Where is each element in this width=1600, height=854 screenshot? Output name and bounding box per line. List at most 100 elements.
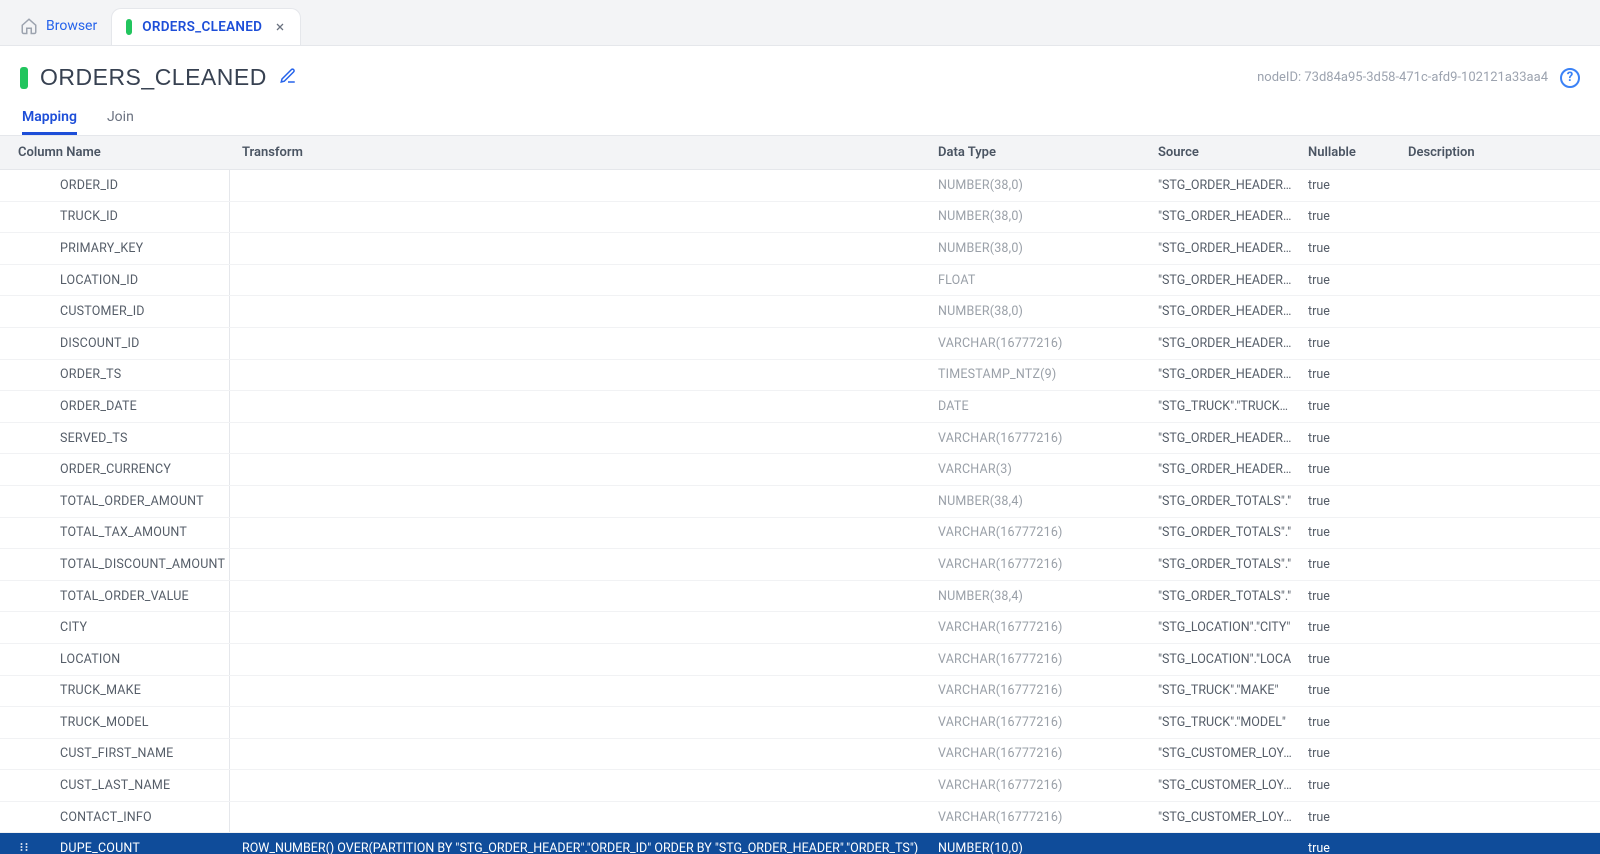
cell-source[interactable]: "STG_ORDER_HEADER"." [1150, 462, 1300, 477]
cell-source[interactable]: "STG_ORDER_HEADER"." [1150, 209, 1300, 224]
cell-nullable[interactable]: true [1300, 778, 1400, 793]
cell-column-name[interactable]: ORDER_ID [0, 170, 230, 201]
table-row[interactable]: ORDER_CURRENCYVARCHAR(3)"STG_ORDER_HEADE… [0, 454, 1600, 486]
cell-data-type[interactable]: VARCHAR(16777216) [930, 715, 1150, 730]
table-row[interactable]: DUPE_COUNTROW_NUMBER() OVER(PARTITION BY… [0, 833, 1600, 854]
cell-column-name[interactable]: TOTAL_DISCOUNT_AMOUNT [0, 549, 230, 580]
cell-source[interactable]: "STG_CUSTOMER_LOYAL [1150, 778, 1300, 793]
cell-column-name[interactable]: CUST_FIRST_NAME [0, 739, 230, 770]
table-row[interactable]: ORDER_DATE DATE"STG_TRUCK"."TRUCK_Otrue [0, 391, 1600, 423]
table-row[interactable]: ORDER_TS TIMESTAMP_NTZ(9)"STG_ORDER_HEADE… [0, 360, 1600, 392]
cell-column-name[interactable]: ORDER_TS [0, 360, 230, 391]
cell-source[interactable]: "STG_ORDER_TOTALS"." [1150, 557, 1300, 572]
cell-column-name[interactable]: DUPE_COUNT [0, 833, 230, 854]
cell-nullable[interactable]: true [1300, 841, 1400, 854]
cell-source[interactable]: "STG_ORDER_HEADER"." [1150, 273, 1300, 288]
cell-nullable[interactable]: true [1300, 241, 1400, 256]
cell-nullable[interactable]: true [1300, 810, 1400, 825]
cell-data-type[interactable]: FLOAT [930, 273, 1150, 288]
cell-source[interactable]: "STG_ORDER_TOTALS"." [1150, 525, 1300, 540]
table-row[interactable]: LOCATION_ID FLOAT"STG_ORDER_HEADER"."true [0, 265, 1600, 297]
header-transform[interactable]: Transform [230, 145, 930, 160]
cell-source[interactable]: "STG_CUSTOMER_LOYAL [1150, 810, 1300, 825]
cell-data-type[interactable]: NUMBER(10,0) [930, 841, 1150, 854]
cell-data-type[interactable]: NUMBER(38,0) [930, 178, 1150, 193]
table-row[interactable]: PRIMARY_KEYNUMBER(38,0)"STG_ORDER_HEADER… [0, 233, 1600, 265]
cell-source[interactable]: "STG_ORDER_HEADER"." [1150, 178, 1300, 193]
table-row[interactable]: CUST_FIRST_NAMEVARCHAR(16777216)"STG_CUS… [0, 739, 1600, 771]
cell-data-type[interactable]: NUMBER(38,4) [930, 589, 1150, 604]
cell-data-type[interactable]: VARCHAR(16777216) [930, 336, 1150, 351]
cell-column-name[interactable]: CUSTOMER_ID [0, 296, 230, 327]
cell-source[interactable]: "STG_ORDER_HEADER"." [1150, 367, 1300, 382]
cell-column-name[interactable]: ORDER_DATE [0, 391, 230, 422]
tab-orders-cleaned[interactable]: ORDERS_CLEANED [111, 8, 301, 45]
table-row[interactable]: DISCOUNT_IDVARCHAR(16777216)"STG_ORDER_H… [0, 328, 1600, 360]
cell-transform[interactable]: ROW_NUMBER() OVER(PARTITION BY "STG_ORDE… [230, 841, 930, 854]
cell-source[interactable]: "STG_ORDER_HEADER"." [1150, 241, 1300, 256]
table-row[interactable]: TOTAL_TAX_AMOUNTVARCHAR(16777216)"STG_OR… [0, 518, 1600, 550]
cell-data-type[interactable]: NUMBER(38,4) [930, 494, 1150, 509]
cell-data-type[interactable]: VARCHAR(16777216) [930, 810, 1150, 825]
cell-data-type[interactable]: VARCHAR(16777216) [930, 746, 1150, 761]
header-nullable[interactable]: Nullable [1300, 145, 1400, 160]
cell-nullable[interactable]: true [1300, 431, 1400, 446]
tab-browser[interactable]: Browser [8, 9, 111, 45]
cell-nullable[interactable]: true [1300, 683, 1400, 698]
cell-nullable[interactable]: true [1300, 494, 1400, 509]
cell-nullable[interactable]: true [1300, 620, 1400, 635]
cell-nullable[interactable]: true [1300, 336, 1400, 351]
header-data-type[interactable]: Data Type [930, 145, 1150, 160]
table-row[interactable]: TOTAL_DISCOUNT_AMOUNT VARCHAR(16777216)"S… [0, 549, 1600, 581]
cell-column-name[interactable]: LOCATION_ID [0, 265, 230, 296]
cell-data-type[interactable]: VARCHAR(16777216) [930, 652, 1150, 667]
cell-data-type[interactable]: VARCHAR(16777216) [930, 620, 1150, 635]
cell-column-name[interactable]: CITY [0, 612, 230, 643]
cell-column-name[interactable]: ORDER_CURRENCY [0, 454, 230, 485]
cell-source[interactable]: "STG_LOCATION"."LOCA [1150, 652, 1300, 667]
cell-column-name[interactable]: CONTACT_INFO [0, 802, 230, 833]
table-row[interactable]: CUST_LAST_NAMEVARCHAR(16777216)"STG_CUST… [0, 770, 1600, 802]
cell-data-type[interactable]: DATE [930, 399, 1150, 414]
cell-data-type[interactable]: VARCHAR(16777216) [930, 778, 1150, 793]
cell-column-name[interactable]: TRUCK_ID [0, 202, 230, 233]
cell-data-type[interactable]: TIMESTAMP_NTZ(9) [930, 367, 1150, 382]
cell-column-name[interactable]: SERVED_TS [0, 423, 230, 454]
cell-data-type[interactable]: NUMBER(38,0) [930, 304, 1150, 319]
cell-data-type[interactable]: NUMBER(38,0) [930, 209, 1150, 224]
tab-mapping[interactable]: Mapping [22, 101, 77, 135]
table-row[interactable]: TRUCK_MODELVARCHAR(16777216)"STG_TRUCK".… [0, 707, 1600, 739]
cell-column-name[interactable]: TOTAL_TAX_AMOUNT [0, 518, 230, 549]
cell-data-type[interactable]: VARCHAR(16777216) [930, 557, 1150, 572]
cell-nullable[interactable]: true [1300, 715, 1400, 730]
cell-nullable[interactable]: true [1300, 367, 1400, 382]
cell-source[interactable]: "STG_LOCATION"."CITY" [1150, 620, 1300, 635]
cell-source[interactable]: "STG_TRUCK"."TRUCK_O [1150, 399, 1300, 414]
table-row[interactable]: LOCATIONVARCHAR(16777216)"STG_LOCATION".… [0, 644, 1600, 676]
cell-column-name[interactable]: TOTAL_ORDER_VALUE [0, 581, 230, 612]
table-row[interactable]: TRUCK_MAKEVARCHAR(16777216)"STG_TRUCK"."… [0, 676, 1600, 708]
cell-nullable[interactable]: true [1300, 399, 1400, 414]
cell-nullable[interactable]: true [1300, 462, 1400, 477]
table-row[interactable]: TRUCK_ID NUMBER(38,0)"STG_ORDER_HEADER"."… [0, 202, 1600, 234]
table-row[interactable]: CONTACT_INFO VARCHAR(16777216)"STG_CUSTOM… [0, 802, 1600, 834]
cell-source[interactable]: "STG_ORDER_TOTALS"." [1150, 494, 1300, 509]
cell-nullable[interactable]: true [1300, 273, 1400, 288]
cell-data-type[interactable]: VARCHAR(16777216) [930, 431, 1150, 446]
table-row[interactable]: SERVED_TS VARCHAR(16777216)"STG_ORDER_HEA… [0, 423, 1600, 455]
cell-nullable[interactable]: true [1300, 589, 1400, 604]
cell-source[interactable]: "STG_TRUCK"."MAKE" [1150, 683, 1300, 698]
table-row[interactable]: CUSTOMER_IDNUMBER(38,0)"STG_ORDER_HEADER… [0, 296, 1600, 328]
cell-column-name[interactable]: TRUCK_MODEL [0, 707, 230, 738]
cell-column-name[interactable]: PRIMARY_KEY [0, 233, 230, 264]
header-column-name[interactable]: Column Name [0, 145, 230, 160]
cell-column-name[interactable]: TRUCK_MAKE [0, 676, 230, 707]
cell-source[interactable]: "STG_ORDER_HEADER"." [1150, 431, 1300, 446]
tab-close-button[interactable] [272, 19, 288, 35]
help-button[interactable]: ? [1560, 68, 1580, 88]
table-row[interactable]: ORDER_ID NUMBER(38,0)"STG_ORDER_HEADER"."… [0, 170, 1600, 202]
cell-nullable[interactable]: true [1300, 652, 1400, 667]
cell-nullable[interactable]: true [1300, 304, 1400, 319]
drag-handle-icon[interactable] [18, 841, 30, 854]
header-source[interactable]: Source [1150, 145, 1300, 160]
